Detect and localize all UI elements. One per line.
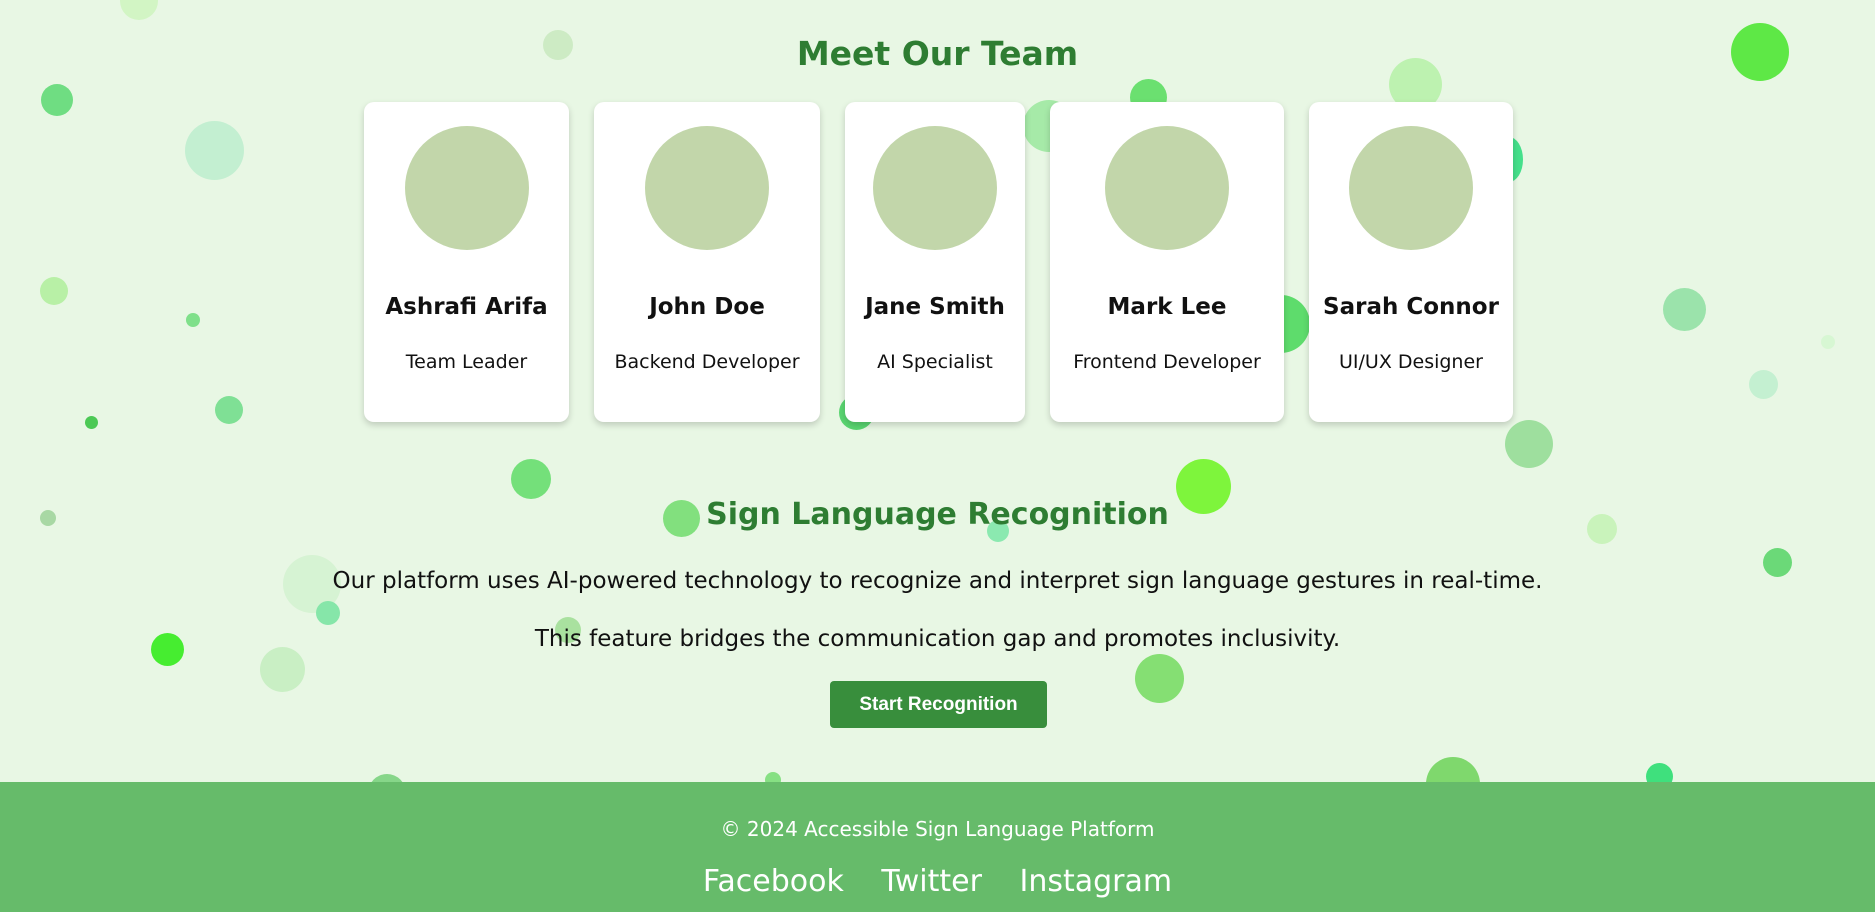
bubble xyxy=(316,601,340,625)
member-name: John Doe xyxy=(649,294,765,320)
recognition-description: Our platform uses AI-powered technology … xyxy=(332,568,1543,594)
member-name: Jane Smith xyxy=(865,294,1005,320)
bubble xyxy=(260,647,305,692)
team-section-title: Meet Our Team xyxy=(796,34,1079,73)
member-role: UI/UX Designer xyxy=(1339,351,1483,373)
bubble xyxy=(1135,654,1184,703)
bubble xyxy=(120,0,158,20)
bubble xyxy=(186,313,200,327)
bubble xyxy=(40,277,68,305)
social-links: Facebook Twitter Instagram xyxy=(0,864,1875,899)
team-member-card: Mark Lee Frontend Developer xyxy=(1050,102,1284,422)
bubble xyxy=(1663,288,1706,331)
team-member-card: Ashrafi Arifa Team Leader xyxy=(364,102,569,422)
page: Meet Our Team Ashrafi Arifa Team Leader … xyxy=(0,0,1875,912)
bubble xyxy=(185,121,244,180)
facebook-link[interactable]: Facebook xyxy=(703,864,844,899)
recognition-section-title: Sign Language Recognition xyxy=(706,497,1169,532)
member-name: Ashrafi Arifa xyxy=(385,294,548,320)
footer-copyright: © 2024 Accessible Sign Language Platform xyxy=(720,817,1155,841)
avatar xyxy=(404,126,529,250)
avatar xyxy=(1105,126,1229,250)
bubble xyxy=(1505,420,1553,468)
start-recognition-button[interactable]: Start Recognition xyxy=(830,681,1047,728)
bubble xyxy=(85,416,98,429)
avatar xyxy=(873,126,997,250)
bubble xyxy=(41,84,73,116)
twitter-link[interactable]: Twitter xyxy=(881,864,982,899)
bubble xyxy=(511,459,551,499)
bubble xyxy=(215,396,243,424)
team-member-card: Jane Smith AI Specialist xyxy=(845,102,1025,422)
member-name: Sarah Connor xyxy=(1323,294,1499,320)
bubble xyxy=(1749,370,1778,399)
member-role: AI Specialist xyxy=(877,351,993,373)
team-member-card: John Doe Backend Developer xyxy=(594,102,820,422)
member-role: Backend Developer xyxy=(614,351,800,373)
recognition-description: This feature bridges the communication g… xyxy=(534,626,1341,652)
member-name: Mark Lee xyxy=(1107,294,1227,320)
member-role: Team Leader xyxy=(405,351,528,373)
team-member-card: Sarah Connor UI/UX Designer xyxy=(1309,102,1513,422)
bubble xyxy=(1821,335,1835,349)
instagram-link[interactable]: Instagram xyxy=(1019,864,1172,899)
avatar xyxy=(645,126,769,250)
member-role: Frontend Developer xyxy=(1073,351,1261,373)
avatar xyxy=(1349,126,1473,250)
footer: © 2024 Accessible Sign Language Platform… xyxy=(0,782,1875,912)
